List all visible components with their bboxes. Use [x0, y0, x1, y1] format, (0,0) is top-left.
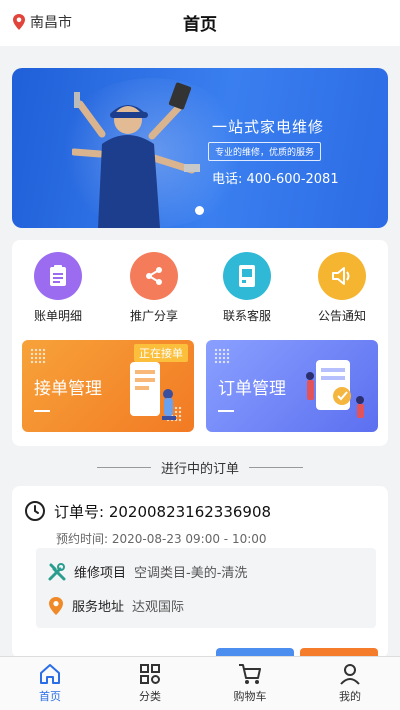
order-details-box: 维修项目 空调类目-美的-清洗 服务地址 达观国际 — [36, 548, 376, 628]
banner-pagination-dot[interactable] — [195, 206, 204, 215]
quick-item-label: 公告通知 — [317, 309, 366, 323]
card-title: 订单管理 — [218, 379, 286, 399]
quick-item-announcement[interactable]: 公告通知 — [307, 252, 377, 324]
section-header: 进行中的订单 — [0, 458, 400, 477]
quick-actions-card: 账单明细 推广分享 联系客服 公告通知 正在接单 接单管理 订单管理 — [12, 240, 388, 446]
divider — [96, 467, 151, 468]
title-underline — [34, 410, 50, 412]
tab-profile[interactable]: 我的 — [300, 657, 400, 710]
contact-icon — [223, 252, 271, 300]
banner-phone: 电话: 400-600-2081 — [212, 172, 339, 187]
tab-home[interactable]: 首页 — [0, 657, 100, 710]
decor-dots — [214, 348, 230, 364]
service-address-row: 服务地址 达观国际 — [48, 596, 184, 615]
quick-item-label: 账单明细 — [33, 309, 82, 323]
promo-banner[interactable]: 一站式家电维修 专业的维修，优质的服务 电话: 400-600-2081 — [12, 68, 388, 228]
phone-illustration-icon — [130, 362, 176, 420]
banner-subtitle: 专业的维修，优质的服务 — [208, 142, 322, 161]
order-card[interactable]: 订单号: 20200823162336908 预约时间: 2020-08-23 … — [12, 486, 388, 658]
section-title: 进行中的订单 — [160, 462, 239, 477]
category-icon — [140, 664, 160, 684]
location-pin-icon — [49, 596, 63, 615]
tab-label: 购物车 — [233, 690, 267, 703]
tab-label: 我的 — [339, 690, 361, 703]
profile-icon — [340, 664, 360, 685]
bottom-tab-bar: 首页 分类 购物车 我的 — [0, 656, 400, 710]
order-management-card[interactable]: 订单管理 — [206, 340, 378, 432]
tab-cart[interactable]: 购物车 — [200, 657, 300, 710]
card-title: 接单管理 — [34, 379, 102, 399]
page-title: 首页 — [183, 15, 217, 35]
repair-item-key: 维修项目 — [74, 566, 127, 581]
appointment-time: 预约时间: 2020-08-23 09:00 - 10:00 — [56, 532, 267, 546]
banner-headline: 一站式家电维修 — [212, 118, 325, 136]
order-number-row: 订单号: 20200823162336908 — [24, 500, 271, 522]
decor-dots — [30, 348, 46, 364]
order-number: 订单号: 20200823162336908 — [54, 502, 272, 521]
quick-item-label: 联系客服 — [222, 309, 271, 323]
tab-label: 首页 — [39, 690, 61, 703]
order-accept-management-card[interactable]: 正在接单 接单管理 — [22, 340, 194, 432]
cart-icon — [239, 664, 261, 684]
quick-item-label: 推广分享 — [129, 309, 178, 323]
announcement-icon — [318, 252, 366, 300]
divider — [249, 467, 303, 468]
quick-item-bill[interactable]: 账单明细 — [23, 252, 93, 324]
quick-item-share[interactable]: 推广分享 — [119, 252, 189, 324]
repairman-illustration — [72, 82, 200, 228]
clock-icon — [25, 501, 45, 521]
order-illustration-icon — [306, 360, 364, 418]
tools-icon — [48, 562, 66, 580]
tab-category[interactable]: 分类 — [100, 657, 200, 710]
bill-icon — [34, 252, 82, 300]
repair-item-row: 维修项目 空调类目-美的-清洗 — [48, 562, 247, 581]
title-underline — [218, 410, 234, 412]
home-icon — [40, 664, 60, 684]
repair-item-value: 空调类目-美的-清洗 — [134, 566, 248, 581]
share-icon — [130, 252, 178, 300]
top-bar: 南昌市 首页 — [0, 0, 400, 46]
service-address-value: 达观国际 — [132, 600, 185, 615]
service-address-key: 服务地址 — [72, 600, 125, 615]
tab-label: 分类 — [139, 690, 161, 703]
quick-item-contact[interactable]: 联系客服 — [212, 252, 282, 324]
